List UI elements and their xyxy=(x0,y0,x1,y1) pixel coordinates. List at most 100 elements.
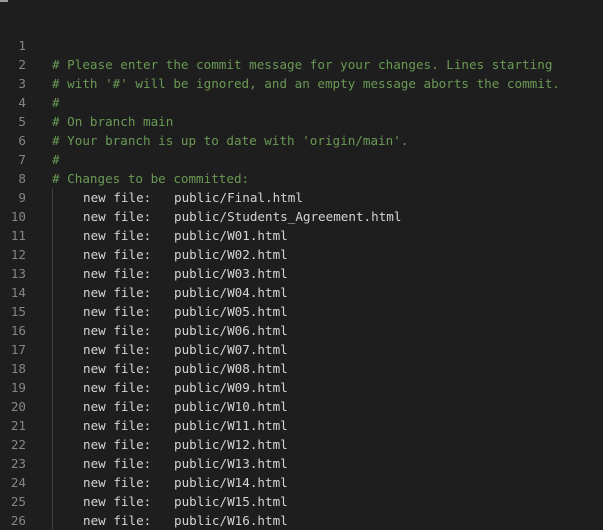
editor-line[interactable]: 12 new file: public/W02.html xyxy=(0,245,603,264)
editor-line[interactable]: 7 # xyxy=(0,150,603,169)
file-path: public/W15.html xyxy=(174,494,288,509)
line-number: 14 xyxy=(10,285,26,300)
indent-guide xyxy=(52,264,53,283)
window-corner-mark xyxy=(0,0,8,2)
editor-line[interactable]: 20 new file: public/W10.html xyxy=(0,397,603,416)
indent-guide xyxy=(52,245,53,264)
indent-guide xyxy=(52,207,53,226)
change-type-label: new file: xyxy=(83,190,152,205)
editor-line[interactable]: 11 new file: public/W01.html xyxy=(0,226,603,245)
indent-guide xyxy=(52,188,53,207)
line-number: 15 xyxy=(10,304,26,319)
editor-line[interactable]: 8 # Changes to be committed: xyxy=(0,169,603,188)
editor-line[interactable]: 26 new file: public/W16.html xyxy=(0,511,603,530)
change-entry: new file: public/W16.html xyxy=(83,511,288,530)
line-number: 24 xyxy=(10,475,26,490)
file-path: public/W01.html xyxy=(174,228,288,243)
editor-line[interactable]: 6 # Your branch is up to date with 'origi… xyxy=(0,131,603,150)
file-path: public/W08.html xyxy=(174,361,288,376)
line-number: 23 xyxy=(10,456,26,471)
change-entry: new file: public/W08.html xyxy=(83,359,288,378)
indent-guide xyxy=(52,416,53,435)
file-path: public/W16.html xyxy=(174,513,288,528)
editor-line[interactable]: 23 new file: public/W13.html xyxy=(0,454,603,473)
comment-text: # xyxy=(52,152,60,167)
change-entry: new file: public/W10.html xyxy=(83,397,288,416)
file-path: public/W05.html xyxy=(174,304,288,319)
change-entry: new file: public/W12.html xyxy=(83,435,288,454)
change-entry: new file: public/W01.html xyxy=(83,226,288,245)
line-number: 16 xyxy=(10,323,26,338)
editor-line[interactable]: 18 new file: public/W08.html xyxy=(0,359,603,378)
indent-guide xyxy=(52,359,53,378)
editor-line[interactable]: 25 new file: public/W15.html xyxy=(0,492,603,511)
file-path: public/W13.html xyxy=(174,456,288,471)
file-path: public/W07.html xyxy=(174,342,288,357)
change-type-label: new file: xyxy=(83,285,152,300)
comment-text: # Your branch is up to date with 'origin… xyxy=(52,133,409,148)
indent-guide xyxy=(52,283,53,302)
change-type-label: new file: xyxy=(83,342,152,357)
indent-guide xyxy=(52,454,53,473)
file-path: public/Final.html xyxy=(174,190,303,205)
change-entry: new file: public/W03.html xyxy=(83,264,288,283)
editor-line[interactable]: 19 new file: public/W09.html xyxy=(0,378,603,397)
editor-line[interactable]: 17 new file: public/W07.html xyxy=(0,340,603,359)
file-path: public/W14.html xyxy=(174,475,288,490)
indent-guide xyxy=(52,340,53,359)
change-type-label: new file: xyxy=(83,456,152,471)
file-path: public/W11.html xyxy=(174,418,288,433)
indent-guide xyxy=(52,473,53,492)
editor-line[interactable]: 13 new file: public/W03.html xyxy=(0,264,603,283)
change-type-label: new file: xyxy=(83,209,152,224)
file-path: public/W03.html xyxy=(174,266,288,281)
editor-line[interactable]: 16 new file: public/W06.html xyxy=(0,321,603,340)
editor-line[interactable]: 9 new file: public/Final.html xyxy=(0,188,603,207)
change-type-label: new file: xyxy=(83,380,152,395)
change-type-label: new file: xyxy=(83,494,152,509)
editor-line[interactable]: 24 new file: public/W14.html xyxy=(0,473,603,492)
editor-line[interactable]: 10 new file: public/Students_Agreement.ht… xyxy=(0,207,603,226)
editor-line[interactable]: 3 # with '#' will be ignored, and an empt… xyxy=(0,74,603,93)
change-entry: new file: public/W07.html xyxy=(83,340,288,359)
line-number: 11 xyxy=(10,228,26,243)
change-type-label: new file: xyxy=(83,228,152,243)
commit-message-editor[interactable]: 1 2 # Please enter the commit message for … xyxy=(0,36,603,530)
editor-line[interactable]: 14 new file: public/W04.html xyxy=(0,283,603,302)
change-entry: new file: public/W04.html xyxy=(83,283,288,302)
editor-line[interactable]: 4 # xyxy=(0,93,603,112)
change-entry: new file: public/W05.html xyxy=(83,302,288,321)
change-entry: new file: public/W06.html xyxy=(83,321,288,340)
editor-line[interactable]: 21 new file: public/W11.html xyxy=(0,416,603,435)
editor-line[interactable]: 1 xyxy=(0,36,603,55)
indent-guide xyxy=(52,511,53,530)
file-path: public/W02.html xyxy=(174,247,288,262)
editor-line[interactable]: 2 # Please enter the commit message for y… xyxy=(0,55,603,74)
change-type-label: new file: xyxy=(83,266,152,281)
change-type-label: new file: xyxy=(83,304,152,319)
line-number: 4 xyxy=(18,95,26,110)
editor-line[interactable]: 5 # On branch main xyxy=(0,112,603,131)
line-number: 22 xyxy=(10,437,26,452)
indent-guide xyxy=(52,492,53,511)
file-path: public/W09.html xyxy=(174,380,288,395)
comment-text: # with '#' will be ignored, and an empty… xyxy=(52,76,560,91)
line-number: 20 xyxy=(10,399,26,414)
line-number: 6 xyxy=(18,133,26,148)
line-number: 17 xyxy=(10,342,26,357)
change-type-label: new file: xyxy=(83,437,152,452)
indent-guide xyxy=(52,302,53,321)
line-number: 3 xyxy=(18,76,26,91)
file-path: public/Students_Agreement.html xyxy=(174,209,402,224)
indent-guide xyxy=(52,378,53,397)
change-entry: new file: public/W14.html xyxy=(83,473,288,492)
change-entry: new file: public/Final.html xyxy=(83,188,303,207)
editor-line[interactable]: 22 new file: public/W12.html xyxy=(0,435,603,454)
line-number: 7 xyxy=(18,152,26,167)
line-number: 12 xyxy=(10,247,26,262)
change-entry: new file: public/W02.html xyxy=(83,245,288,264)
editor-line[interactable]: 15 new file: public/W05.html xyxy=(0,302,603,321)
line-number: 25 xyxy=(10,494,26,509)
file-path: public/W12.html xyxy=(174,437,288,452)
comment-text: # Please enter the commit message for yo… xyxy=(52,57,553,72)
